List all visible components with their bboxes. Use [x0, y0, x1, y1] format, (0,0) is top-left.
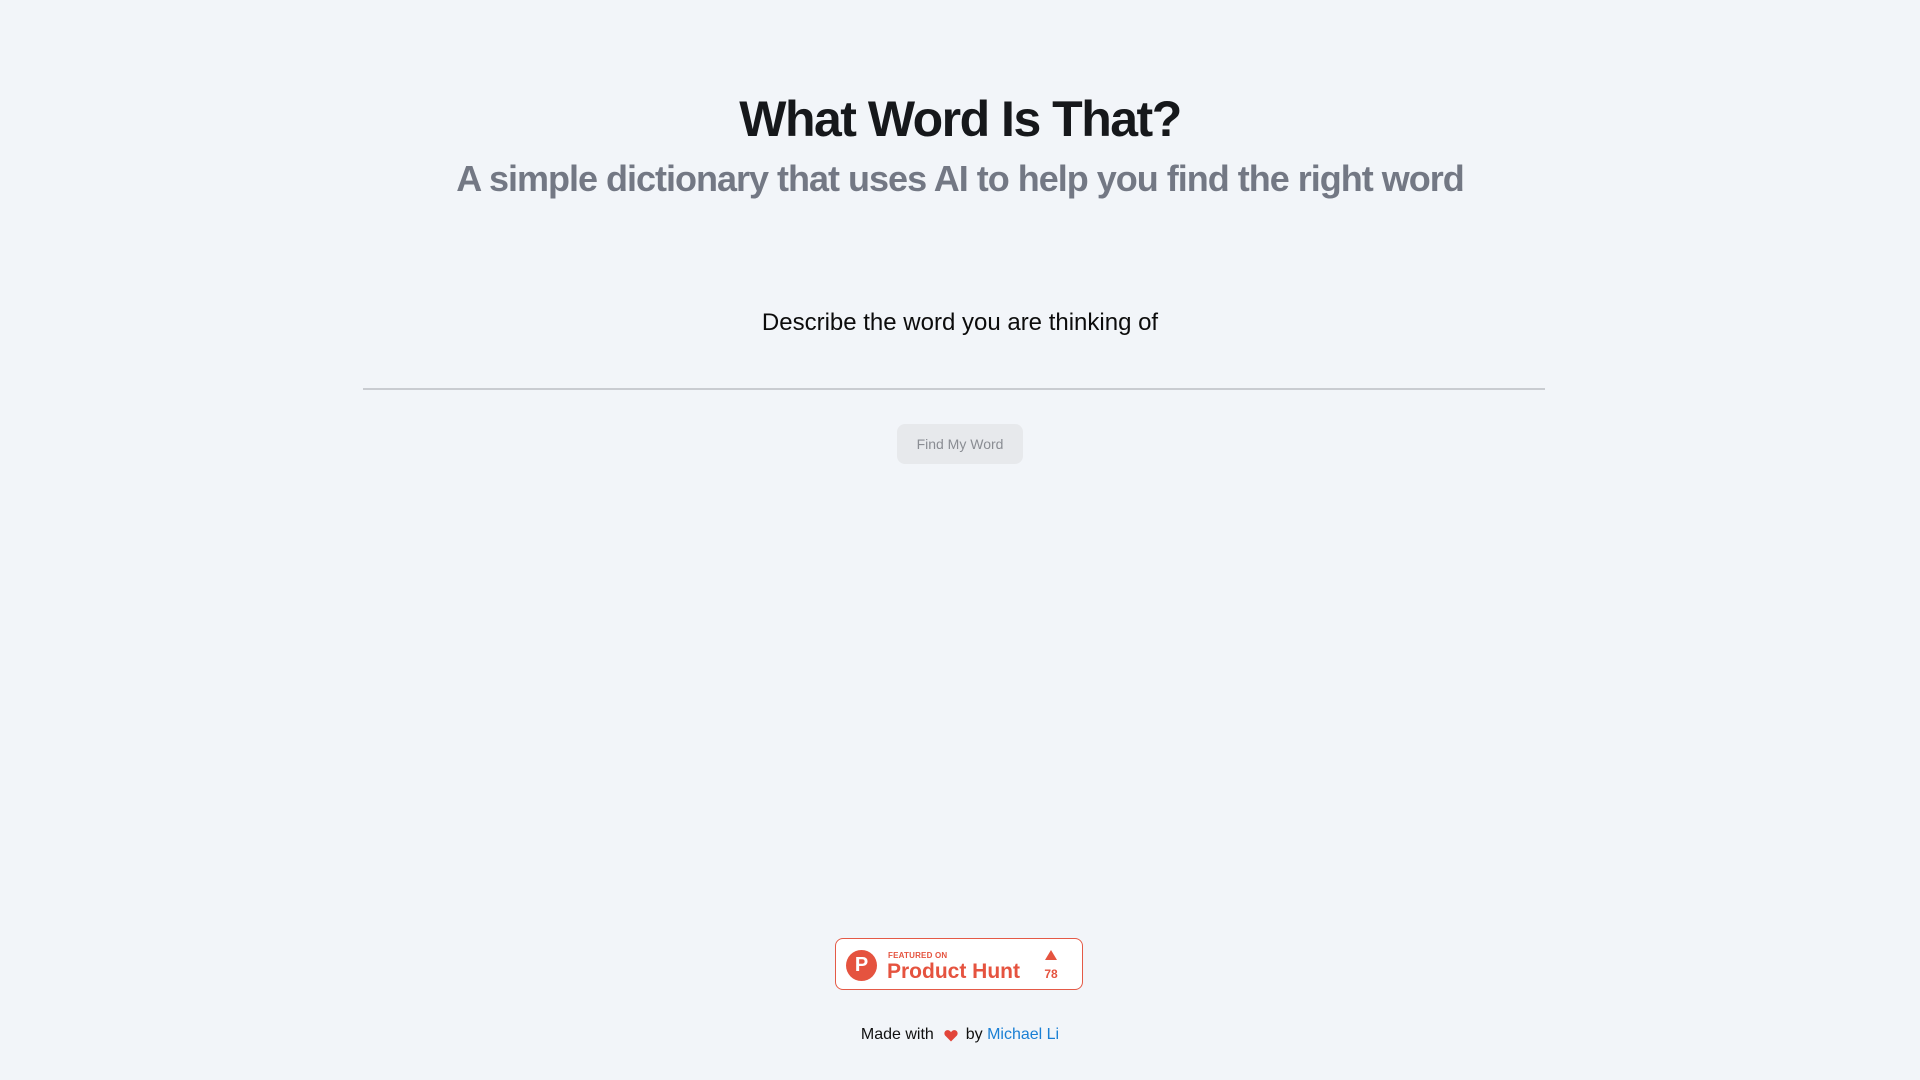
footer: Made with by Michael Li	[0, 1024, 1920, 1049]
page-subtitle: A simple dictionary that uses AI to help…	[456, 158, 1464, 199]
page: What Word Is That? A simple dictionary t…	[0, 0, 1920, 1080]
heart-icon	[944, 1027, 958, 1049]
find-my-word-button[interactable]: Find My Word	[897, 424, 1023, 464]
author-link[interactable]: Michael Li	[987, 1026, 1059, 1043]
product-hunt-name: Product Hunt	[887, 960, 1020, 983]
product-hunt-badge[interactable]: P FEATURED ON Product Hunt 78	[835, 938, 1083, 990]
upvote-arrow-icon	[1045, 950, 1057, 960]
footer-made-with: Made with	[860, 1026, 934, 1043]
description-label: Describe the word you are thinking of	[761, 309, 1159, 336]
page-title: What Word Is That?	[739, 91, 1182, 147]
footer-by: by	[965, 1026, 983, 1043]
upvote-count: 78	[1044, 967, 1058, 981]
product-hunt-logo-icon: P	[846, 950, 877, 981]
description-input[interactable]	[363, 350, 1545, 390]
